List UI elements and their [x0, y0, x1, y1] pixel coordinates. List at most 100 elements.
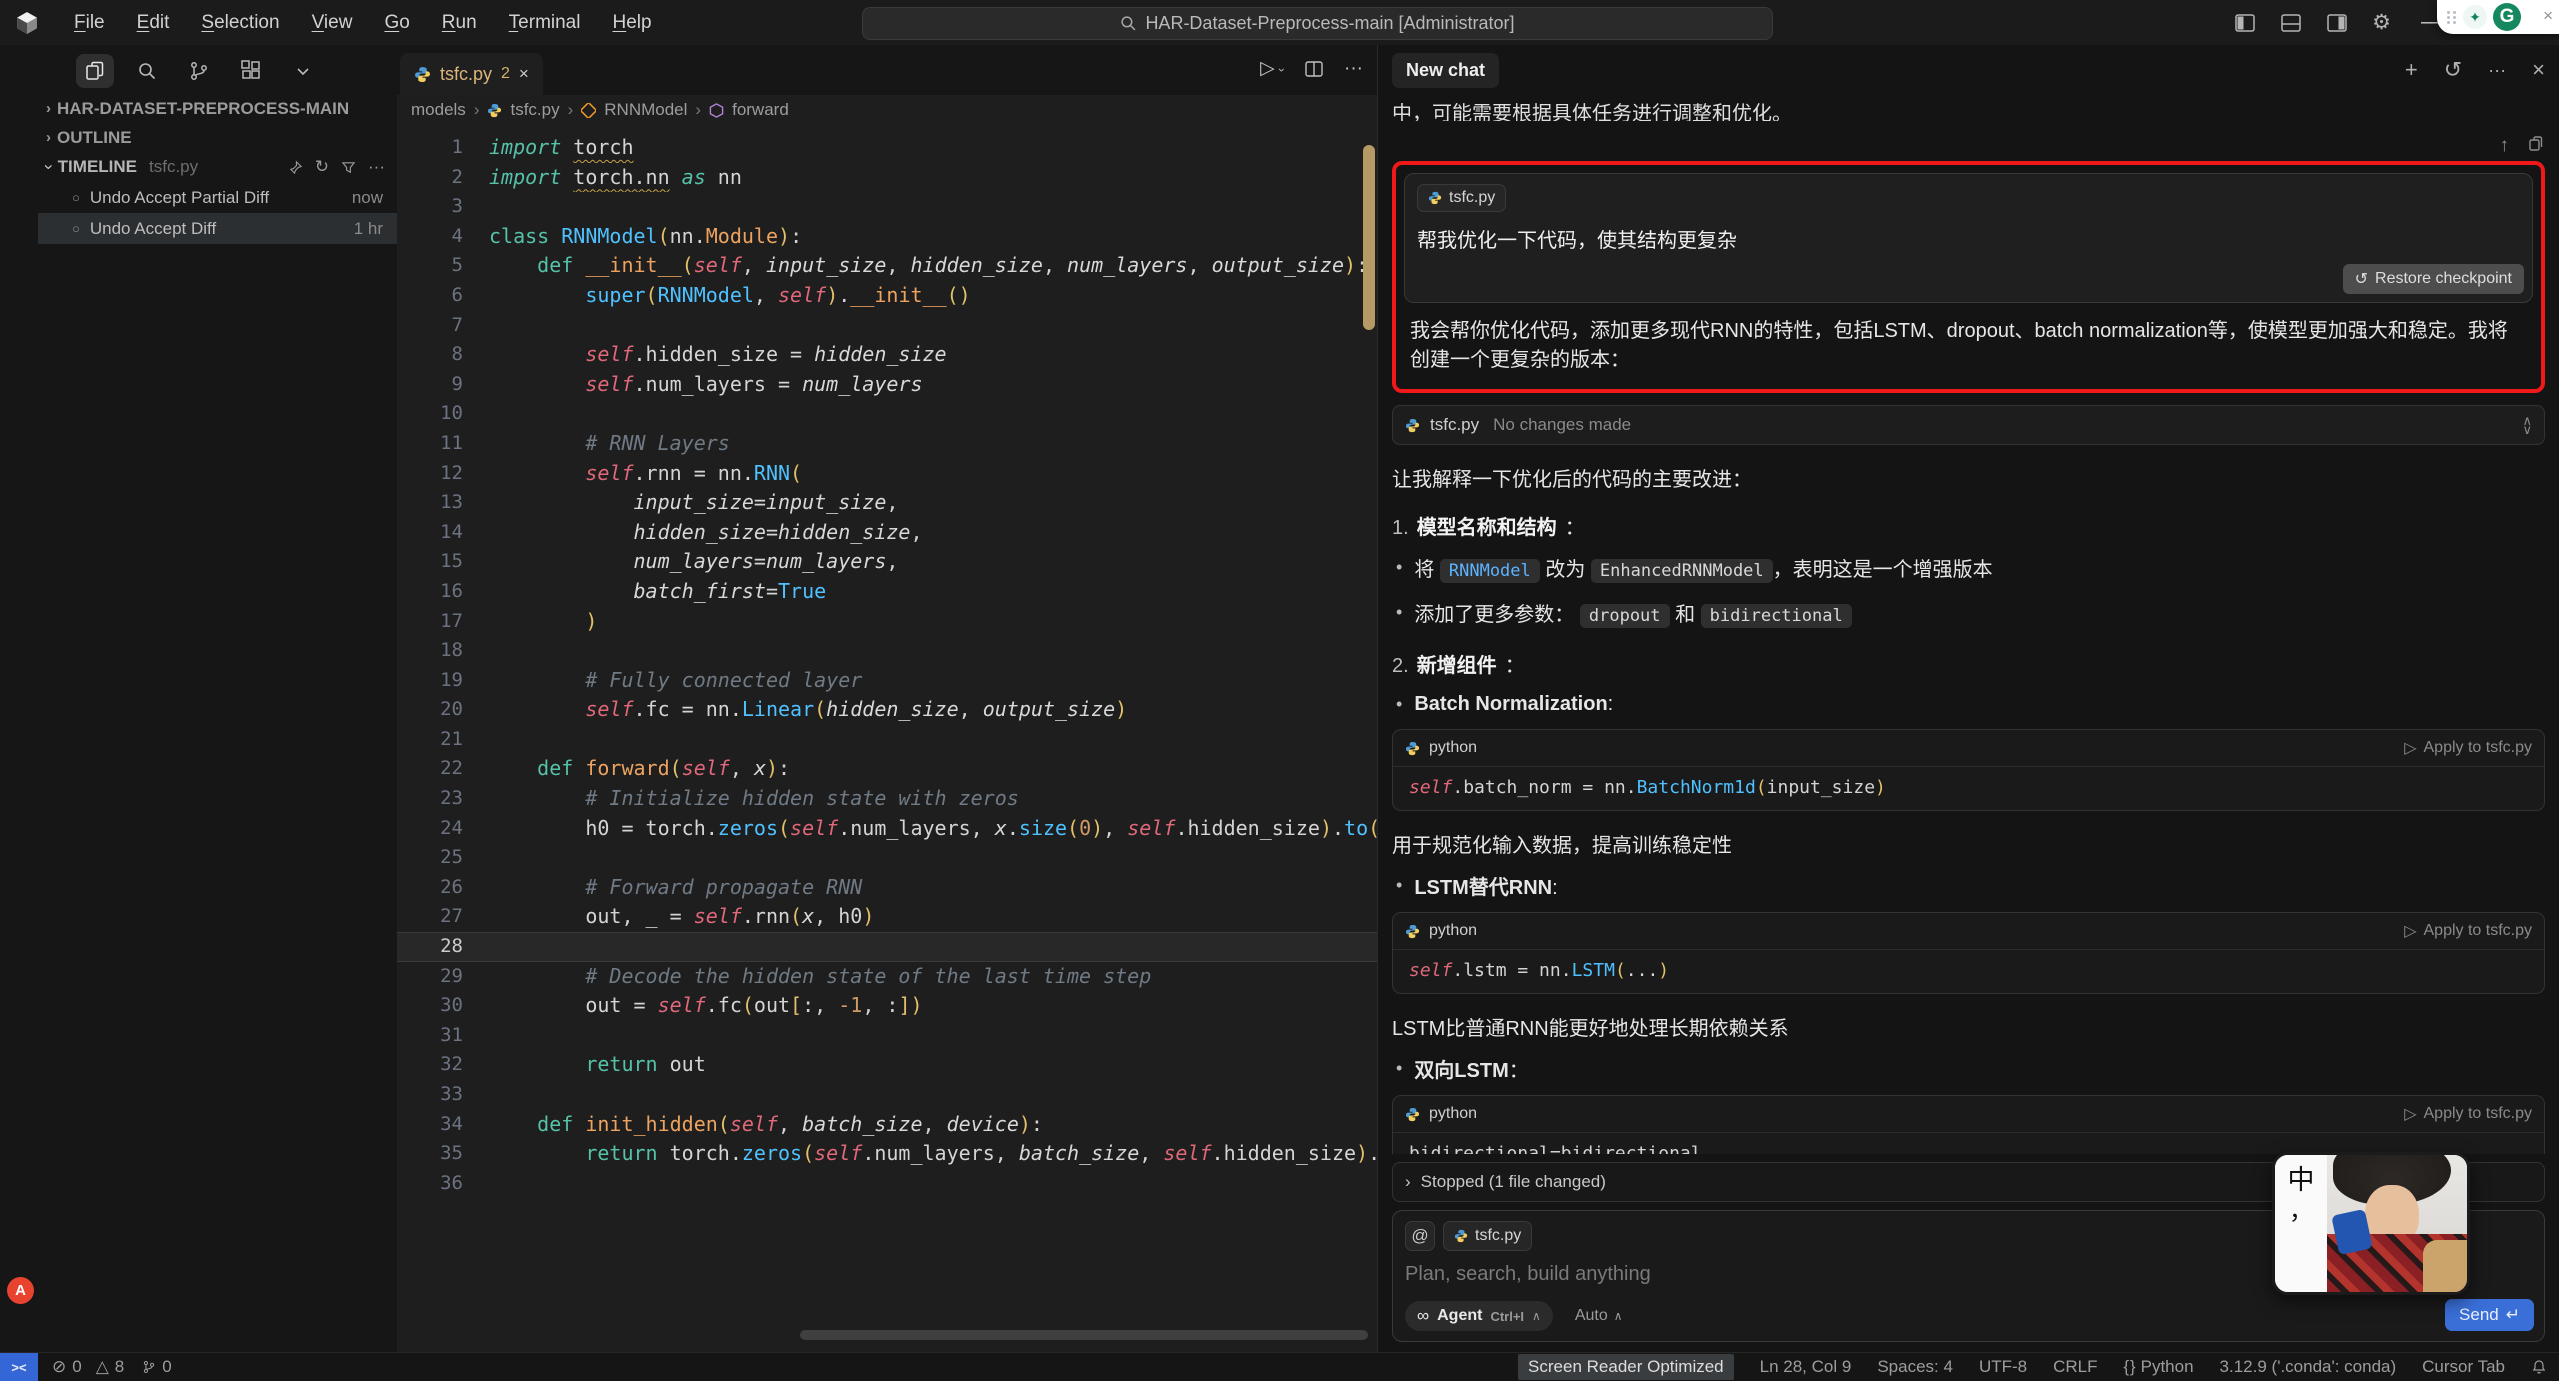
- sidebar-section-timeline[interactable]: › TIMELINE tsfc.py ↻ ···: [38, 152, 397, 182]
- breadcrumb-file[interactable]: tsfc.py: [510, 100, 559, 120]
- remote-indicator[interactable]: ><: [0, 1353, 38, 1381]
- code-line[interactable]: 4class RNNModel(nn.Module):: [397, 222, 1377, 252]
- menu-help[interactable]: Help: [600, 8, 663, 38]
- apply-to-file-button[interactable]: ▷Apply to tsfc.py: [2404, 1104, 2532, 1124]
- code-line[interactable]: 35 return torch.zeros(self.num_layers, b…: [397, 1139, 1377, 1169]
- code-line[interactable]: 31: [397, 1021, 1377, 1051]
- code-line[interactable]: 13 input_size=input_size,: [397, 488, 1377, 518]
- search-view-icon[interactable]: [128, 54, 166, 88]
- code-line[interactable]: 32 return out: [397, 1050, 1377, 1080]
- scroll-to-top-icon[interactable]: ↑: [2500, 135, 2510, 155]
- more-actions-icon[interactable]: ···: [368, 157, 385, 177]
- status-notifications[interactable]: [2531, 1359, 2547, 1375]
- code-line[interactable]: 11 # RNN Layers: [397, 429, 1377, 459]
- breadcrumb-class[interactable]: RNNModel: [604, 100, 687, 120]
- menu-terminal[interactable]: Terminal: [497, 8, 593, 38]
- toggle-left-sidebar-icon[interactable]: [2234, 12, 2256, 34]
- filter-icon[interactable]: [341, 160, 356, 175]
- more-views-chevron-icon[interactable]: [284, 54, 322, 88]
- code-line[interactable]: 30 out = self.fc(out[:, -1, :]): [397, 991, 1377, 1021]
- mention-button[interactable]: @: [1405, 1221, 1435, 1251]
- toggle-bottom-panel-icon[interactable]: [2280, 12, 2302, 34]
- code-line[interactable]: 26 # Forward propagate RNN: [397, 873, 1377, 903]
- status-screen-reader-mode[interactable]: Screen Reader Optimized: [1518, 1354, 1734, 1380]
- tab-close-icon[interactable]: ×: [519, 64, 529, 84]
- code-line[interactable]: 10: [397, 399, 1377, 429]
- explorer-icon[interactable]: [76, 54, 114, 88]
- status-encoding[interactable]: UTF-8: [1979, 1357, 2027, 1377]
- code-line[interactable]: 17 ): [397, 607, 1377, 637]
- code-line[interactable]: 5 def __init__(self, input_size, hidden_…: [397, 251, 1377, 281]
- run-python-file-button[interactable]: ▷ ›: [1260, 57, 1284, 80]
- chat-history-icon[interactable]: ↺: [2444, 57, 2462, 83]
- status-python-interpreter[interactable]: 3.12.9 ('.conda': conda): [2220, 1357, 2397, 1377]
- menu-file[interactable]: File: [62, 8, 117, 38]
- code-line[interactable]: 34 def init_hidden(self, batch_size, dev…: [397, 1110, 1377, 1140]
- code-line[interactable]: 21: [397, 725, 1377, 755]
- context-file-chip[interactable]: tsfc.py: [1443, 1221, 1532, 1251]
- menu-view[interactable]: View: [300, 8, 365, 38]
- refresh-icon[interactable]: ↻: [315, 157, 329, 177]
- window-close-button[interactable]: ×: [2543, 6, 2553, 26]
- menu-selection[interactable]: Selection: [189, 8, 291, 38]
- toggle-right-sidebar-icon[interactable]: [2326, 12, 2348, 34]
- code-line[interactable]: 22 def forward(self, x):: [397, 754, 1377, 784]
- settings-gear-icon[interactable]: ⚙: [2372, 10, 2391, 35]
- vertical-scrollbar-thumb[interactable]: [1363, 145, 1375, 330]
- attached-file-chip[interactable]: tsfc.py: [1417, 184, 1506, 212]
- menu-run[interactable]: Run: [430, 8, 489, 38]
- grammarly-g-icon[interactable]: G: [2493, 3, 2521, 31]
- code-line[interactable]: 27 out, _ = self.rnn(x, h0): [397, 902, 1377, 932]
- file-change-status-card[interactable]: tsfc.py No changes made ∧∨: [1392, 405, 2545, 445]
- source-control-icon[interactable]: [180, 54, 218, 88]
- send-button[interactable]: Send ↵: [2445, 1299, 2534, 1331]
- tab-tsfc-py[interactable]: tsfc.py 2 ×: [400, 53, 543, 95]
- code-line[interactable]: 14 hidden_size=hidden_size,: [397, 518, 1377, 548]
- copy-message-icon[interactable]: [2527, 135, 2545, 153]
- menu-edit[interactable]: Edit: [125, 8, 182, 38]
- chat-tab-new-chat[interactable]: New chat: [1392, 53, 1499, 88]
- code-line[interactable]: 29 # Decode the hidden state of the last…: [397, 962, 1377, 992]
- status-cursor-tab[interactable]: Cursor Tab: [2422, 1357, 2505, 1377]
- command-center-search[interactable]: HAR-Dataset-Preprocess-main [Administrat…: [862, 7, 1773, 40]
- code-line[interactable]: 9 self.num_layers = num_layers: [397, 370, 1377, 400]
- code-line[interactable]: 6 super(RNNModel, self).__init__(): [397, 281, 1377, 311]
- user-message-card[interactable]: tsfc.py 帮我优化一下代码，使其结构更复杂 ↺ Restore check…: [1404, 173, 2533, 303]
- code-line[interactable]: 23 # Initialize hidden state with zeros: [397, 784, 1377, 814]
- status-language-mode[interactable]: { }Python: [2124, 1357, 2194, 1377]
- grammarly-overlay[interactable]: ✦ G: [2437, 0, 2559, 34]
- code-line[interactable]: 1import torch: [397, 133, 1377, 163]
- code-line-current[interactable]: 28: [397, 932, 1377, 962]
- code-line[interactable]: 24 h0 = torch.zeros(self.num_layers, x.s…: [397, 814, 1377, 844]
- chat-more-actions-icon[interactable]: ···: [2488, 60, 2506, 81]
- breadcrumb-models[interactable]: models: [411, 100, 466, 120]
- breadcrumb[interactable]: models › tsfc.py › RNNModel › forward: [397, 95, 1377, 125]
- status-cursor-position[interactable]: Ln 28, Col 9: [1760, 1357, 1852, 1377]
- code-line[interactable]: 3: [397, 192, 1377, 222]
- branch-counter[interactable]: 0: [142, 1357, 171, 1377]
- chat-close-icon[interactable]: ×: [2532, 57, 2545, 83]
- split-editor-icon[interactable]: [1304, 59, 1324, 79]
- chat-conversation[interactable]: 中，可能需要根据具体任务进行调整和优化。 ↑ tsfc.py 帮我优化一下代码，…: [1378, 95, 2559, 1154]
- code-line[interactable]: 12 self.rnn = nn.RNN(: [397, 459, 1377, 489]
- overlay-drag-handle[interactable]: [2447, 11, 2457, 24]
- code-line[interactable]: 8 self.hidden_size = hidden_size: [397, 340, 1377, 370]
- horizontal-scrollbar-thumb[interactable]: [800, 1330, 1368, 1340]
- timeline-item[interactable]: ○Undo Accept Diff1 hr: [38, 213, 397, 244]
- new-chat-plus-icon[interactable]: +: [2405, 57, 2418, 83]
- breadcrumb-method[interactable]: forward: [732, 100, 789, 120]
- code-line[interactable]: 15 num_layers=num_layers,: [397, 547, 1377, 577]
- code-line[interactable]: 16 batch_first=True: [397, 577, 1377, 607]
- code-line[interactable]: 2import torch.nn as nn: [397, 163, 1377, 193]
- agent-mode-selector[interactable]: ∞ Agent Ctrl+I ∧: [1405, 1301, 1553, 1331]
- code-line[interactable]: 33: [397, 1080, 1377, 1110]
- expand-collapse-icon[interactable]: ∧∨: [2522, 416, 2532, 434]
- extensions-icon[interactable]: [232, 54, 270, 88]
- code-line[interactable]: 7: [397, 311, 1377, 341]
- suggestion-bulb-icon[interactable]: ✦: [2463, 5, 2487, 29]
- code-line[interactable]: 25: [397, 843, 1377, 873]
- sidebar-section-explorer[interactable]: › HAR-DATASET-PREPROCESS-MAIN: [38, 94, 397, 123]
- problems-indicator[interactable]: ⊘0 △8: [52, 1357, 124, 1377]
- code-line[interactable]: 36: [397, 1169, 1377, 1199]
- timeline-item[interactable]: ○Undo Accept Partial Diffnow: [38, 182, 397, 213]
